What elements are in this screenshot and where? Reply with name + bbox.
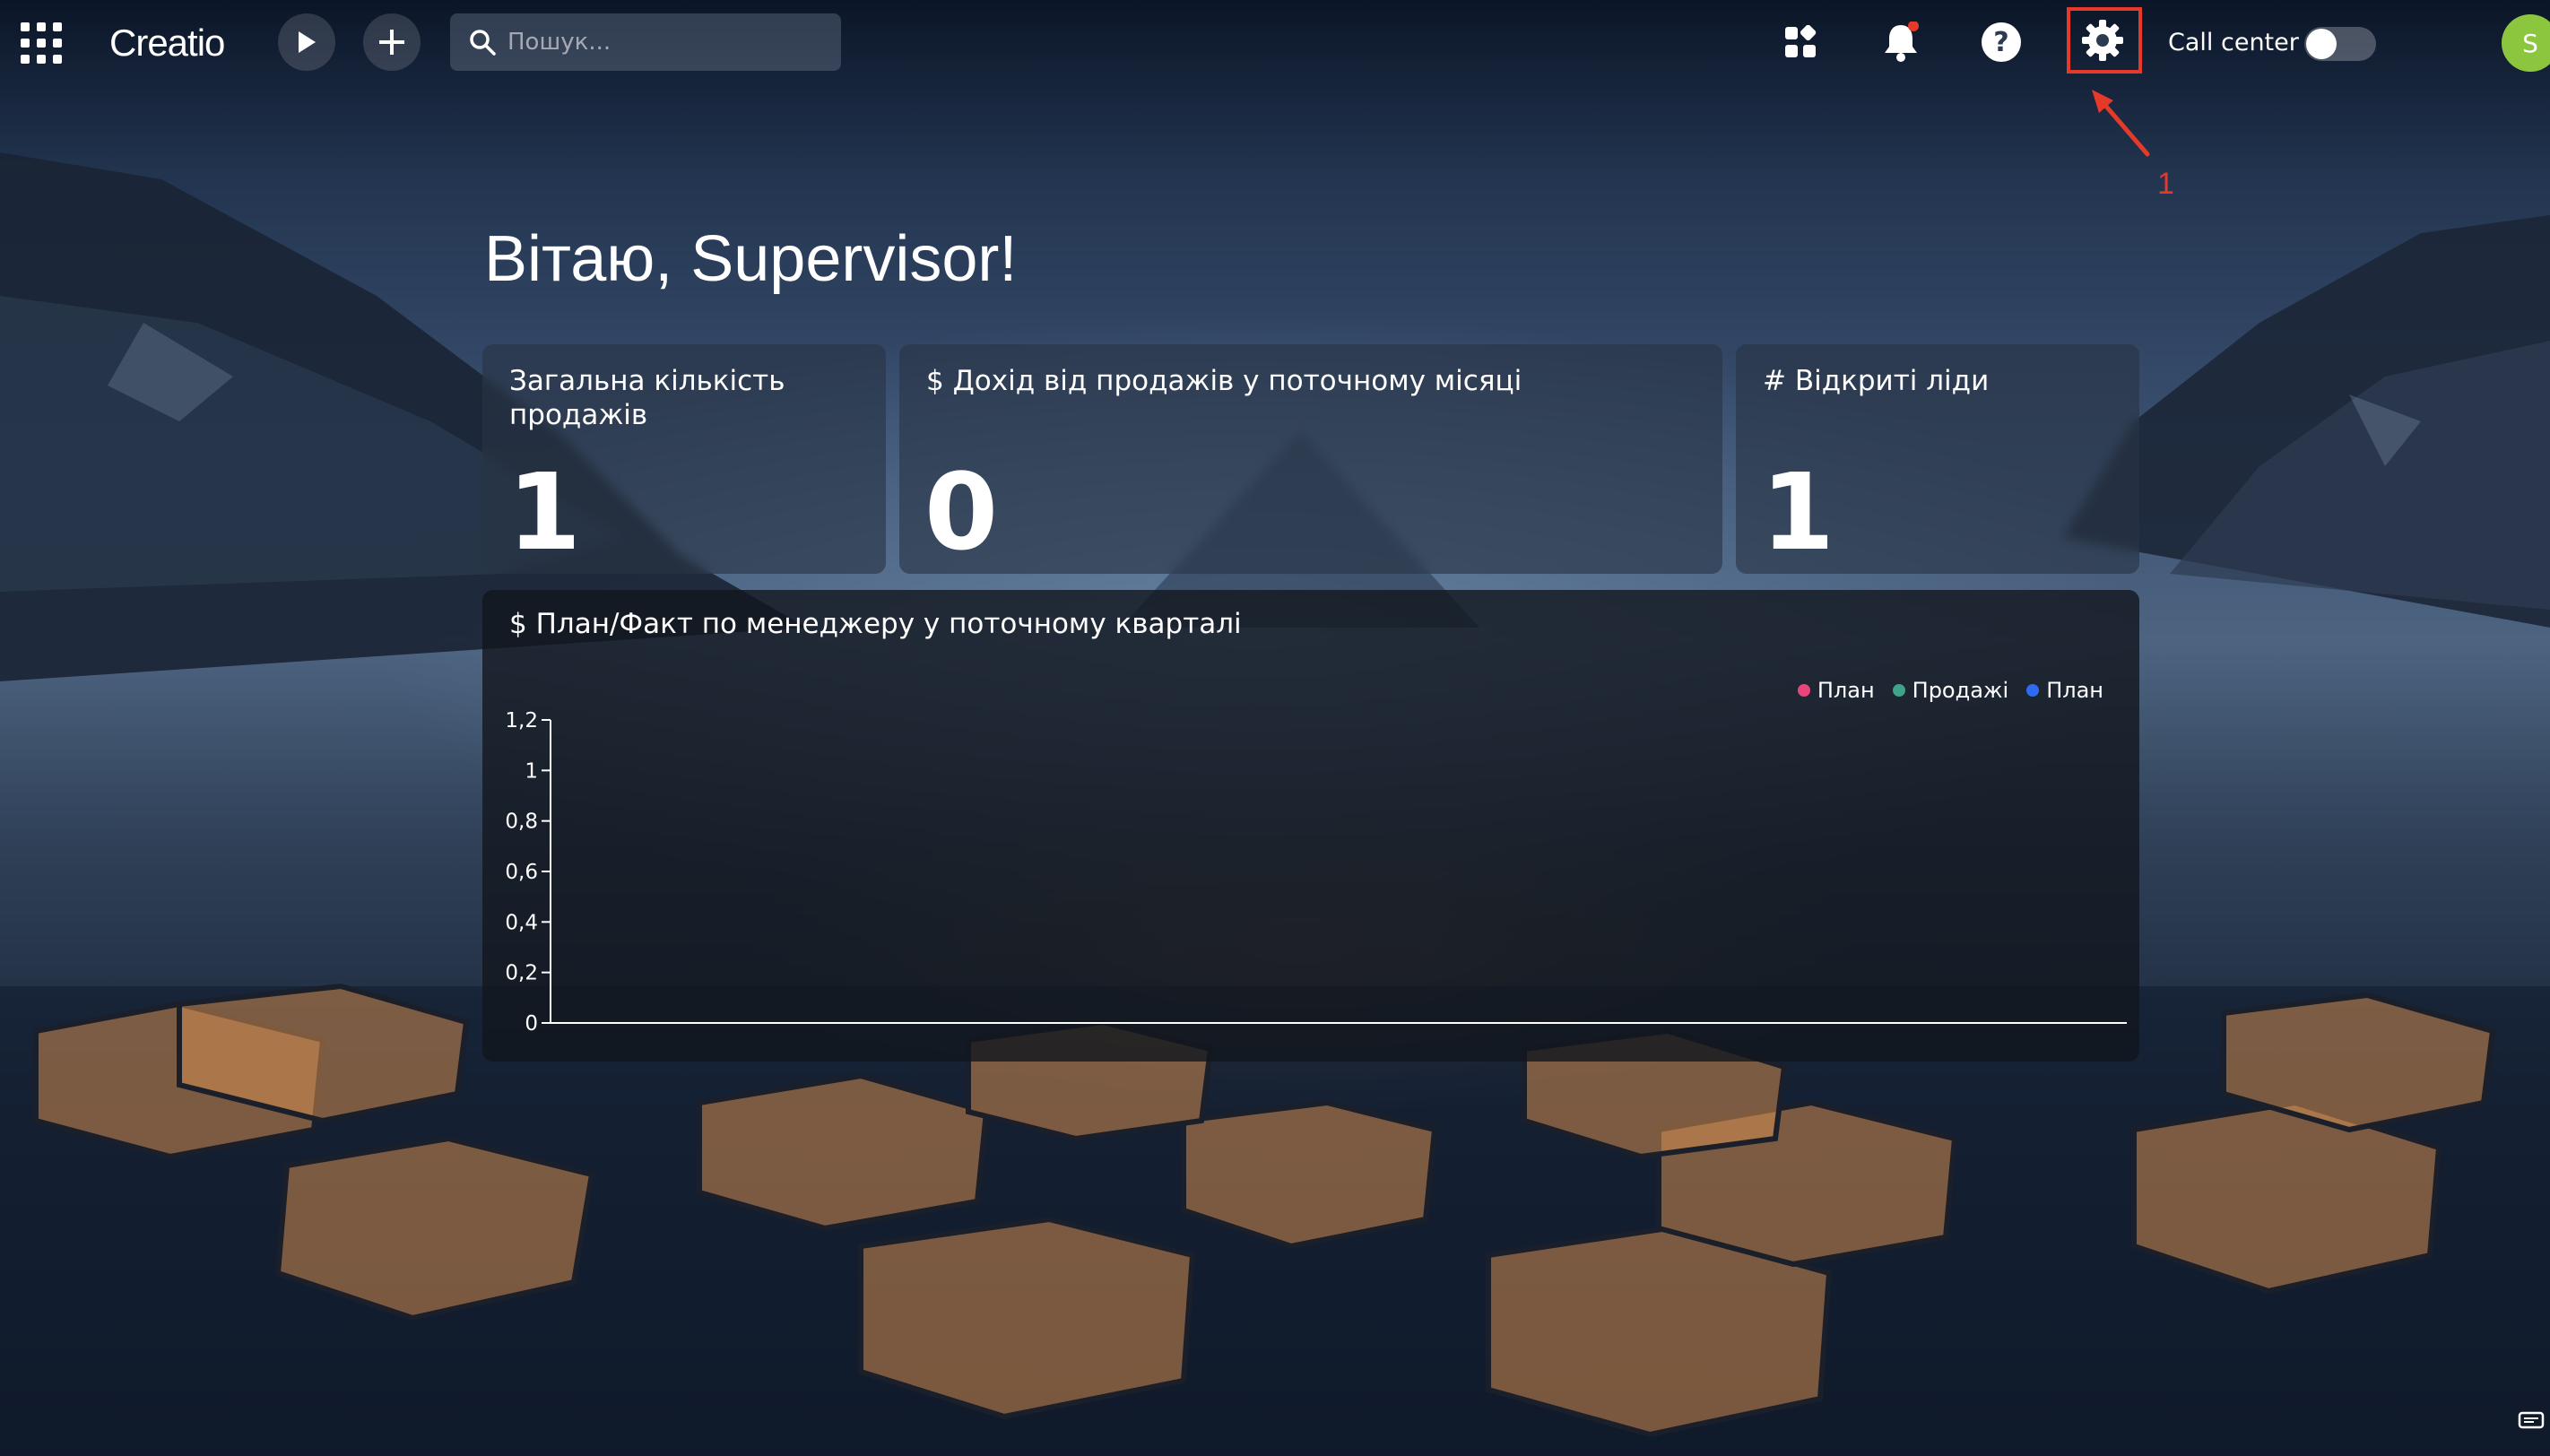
kpi-card-value: 0 [924, 450, 999, 574]
search-icon [470, 30, 496, 56]
notifications-button[interactable] [1872, 13, 1930, 71]
plan-fact-chart-card[interactable]: $ План/Факт по менеджеру у поточному ква… [482, 590, 2139, 1062]
y-tick-label: 0,4 [505, 911, 538, 934]
y-tick-label: 1,2 [505, 709, 538, 732]
chart-plot: 0 0,2 0,4 0,6 0,8 1 1,2 [505, 709, 2127, 1036]
kpi-card-title: # Відкриті ліди [1763, 365, 1990, 397]
apps-grid-icon[interactable] [18, 20, 65, 66]
kpi-card-monthly-revenue[interactable]: $ Дохід від продажів у поточному місяці … [899, 344, 1722, 574]
kpi-card-title: $ Дохід від продажів у поточному місяці [926, 365, 1522, 397]
top-bar: Creatio ? [0, 0, 2550, 86]
play-icon [299, 31, 316, 53]
help-icon: ? [1982, 22, 2021, 62]
bell-icon [1885, 22, 1919, 62]
global-search[interactable] [450, 13, 841, 71]
call-center-toggle[interactable] [2304, 27, 2376, 61]
y-tick-label: 0 [525, 1012, 538, 1036]
annotation-arrow-icon [2092, 90, 2150, 157]
y-tick-label: 0,8 [505, 810, 538, 834]
creatio-logo[interactable]: Creatio [109, 18, 225, 68]
search-input[interactable] [506, 28, 832, 56]
svg-text:?: ? [1993, 27, 2008, 58]
widgets-icon [1785, 25, 1817, 57]
toggle-knob [2306, 29, 2337, 59]
widgets-button[interactable] [1772, 13, 1829, 71]
kpi-card-total-sales[interactable]: Загальна кількість продажів 1 [482, 344, 886, 574]
user-avatar[interactable]: S [2502, 14, 2550, 72]
annotation-highlight-box [2067, 7, 2142, 74]
plus-icon [379, 30, 404, 55]
kpi-card-open-leads[interactable]: # Відкриті ліди 1 [1736, 344, 2139, 574]
page-title: Вітаю, Supervisor! [484, 223, 1018, 295]
kpi-card-value: 1 [1761, 450, 1835, 574]
y-tick-label: 0,6 [505, 861, 538, 884]
chat-icon[interactable] [2518, 1411, 2545, 1433]
y-tick-label: 0,2 [505, 962, 538, 985]
kpi-card-title: Загальна кількість продажів [509, 365, 785, 431]
y-tick-label: 1 [525, 759, 538, 783]
add-button[interactable] [363, 13, 421, 71]
call-center-label: Call center [2168, 28, 2299, 56]
annotation-number: 1 [2157, 167, 2174, 201]
help-button[interactable]: ? [1973, 13, 2030, 71]
run-process-button[interactable] [278, 13, 335, 71]
kpi-card-value: 1 [507, 450, 582, 574]
